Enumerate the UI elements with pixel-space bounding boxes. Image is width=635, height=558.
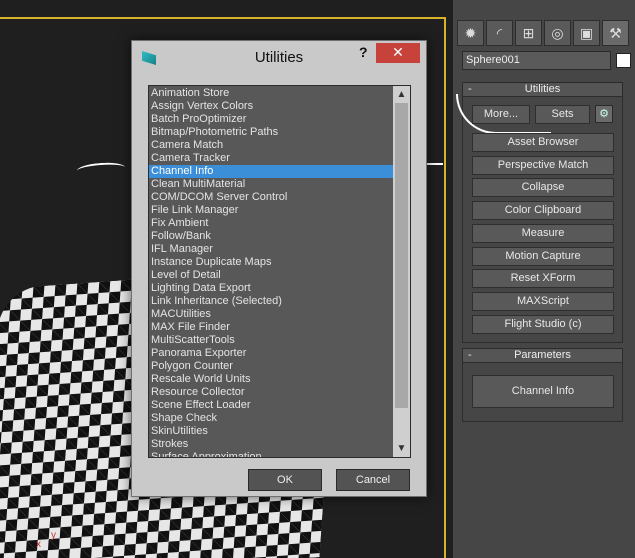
list-item[interactable]: Scene Effect Loader: [149, 399, 395, 412]
list-item[interactable]: Camera Match: [149, 139, 395, 152]
utility-button[interactable]: Asset Browser: [472, 133, 614, 152]
list-item[interactable]: COM/DCOM Server Control: [149, 191, 395, 204]
dialog-titlebar[interactable]: Utilities ? ✕: [132, 41, 426, 75]
utility-button[interactable]: Flight Studio (c): [472, 314, 614, 334]
object-name-field[interactable]: Sphere001: [462, 51, 611, 70]
object-color-swatch[interactable]: [616, 53, 631, 68]
list-item[interactable]: Resource Collector: [149, 386, 395, 399]
list-item[interactable]: Level of Detail: [149, 269, 395, 282]
list-item[interactable]: Channel Info: [149, 165, 395, 178]
cancel-button[interactable]: Cancel: [336, 469, 410, 491]
list-item[interactable]: SkinUtilities: [149, 425, 395, 438]
modify-icon[interactable]: ◜: [486, 20, 513, 46]
axis-x-label: x: [36, 539, 41, 550]
list-scrollbar[interactable]: ▲ ▼: [393, 86, 410, 457]
list-item[interactable]: Camera Tracker: [149, 152, 395, 165]
list-item[interactable]: Animation Store: [149, 87, 395, 100]
list-item[interactable]: Instance Duplicate Maps: [149, 256, 395, 269]
list-item[interactable]: Fix Ambient: [149, 217, 395, 230]
display-icon[interactable]: ▣: [573, 20, 600, 46]
create-icon[interactable]: ✹: [457, 20, 484, 46]
list-item[interactable]: Rescale World Units: [149, 373, 395, 386]
scroll-up-icon[interactable]: ▲: [393, 86, 410, 103]
list-item[interactable]: Bitmap/Photometric Paths: [149, 126, 395, 139]
scroll-thumb[interactable]: [395, 103, 408, 408]
list-item[interactable]: MAX File Finder: [149, 321, 395, 334]
parameters-rollout-header[interactable]: - Parameters: [462, 348, 623, 363]
hierarchy-icon[interactable]: ⊞: [515, 20, 542, 46]
list-item[interactable]: File Link Manager: [149, 204, 395, 217]
list-item[interactable]: MACUtilities: [149, 308, 395, 321]
utility-button[interactable]: Collapse: [472, 178, 614, 198]
more-button[interactable]: More...: [472, 105, 530, 124]
list-item[interactable]: Follow/Bank: [149, 230, 395, 243]
motion-icon[interactable]: ◎: [544, 20, 571, 46]
utility-button[interactable]: Perspective Match: [472, 155, 614, 175]
utilities-listbox[interactable]: Animation Store Assign Vertex Colors Batch…: [148, 85, 411, 458]
list-item[interactable]: Polygon Counter: [149, 360, 395, 373]
list-item[interactable]: Batch ProOptimizer: [149, 113, 395, 126]
rollout-title: Parameters: [514, 349, 571, 361]
list-item[interactable]: Panorama Exporter: [149, 347, 395, 360]
list-item[interactable]: Strokes: [149, 438, 395, 451]
list-item[interactable]: MultiScatterTools: [149, 334, 395, 347]
list-item[interactable]: Link Inheritance (Selected): [149, 295, 395, 308]
list-item[interactable]: IFL Manager: [149, 243, 395, 256]
utility-button[interactable]: Measure: [472, 223, 614, 243]
utility-button[interactable]: Color Clipboard: [472, 201, 614, 221]
list-item[interactable]: Clean MultiMaterial: [149, 178, 395, 191]
list-item[interactable]: Assign Vertex Colors: [149, 100, 395, 113]
utility-button[interactable]: MAXScript: [472, 291, 614, 311]
close-icon: ✕: [392, 44, 404, 60]
utility-button[interactable]: Reset XForm: [472, 269, 614, 289]
help-button[interactable]: ?: [359, 44, 368, 60]
axis-y-label: y: [51, 530, 56, 541]
utility-button[interactable]: Motion Capture: [472, 246, 614, 266]
list-item[interactable]: Lighting Data Export: [149, 282, 395, 295]
ok-button[interactable]: OK: [248, 469, 322, 491]
utilities-dialog: Utilities ? ✕ Animation Store Assign Vert…: [131, 40, 427, 497]
list-item[interactable]: Shape Check: [149, 412, 395, 425]
list-item[interactable]: Surface Approximation: [149, 451, 395, 457]
scroll-down-icon[interactable]: ▼: [393, 440, 410, 457]
sets-button[interactable]: Sets: [535, 105, 590, 124]
utilities-list: Animation Store Assign Vertex Colors Batch…: [149, 87, 395, 457]
collapse-icon: -: [468, 349, 472, 361]
close-button[interactable]: ✕: [376, 43, 420, 63]
configure-sets-icon[interactable]: ⚙: [595, 105, 613, 123]
command-panel: ✹ ◜ ⊞ ◎ ▣ ⚒ Sphere001 - Utilities More..…: [453, 0, 635, 558]
utilities-icon[interactable]: ⚒: [602, 20, 629, 46]
channel-info-button[interactable]: Channel Info: [472, 375, 614, 408]
